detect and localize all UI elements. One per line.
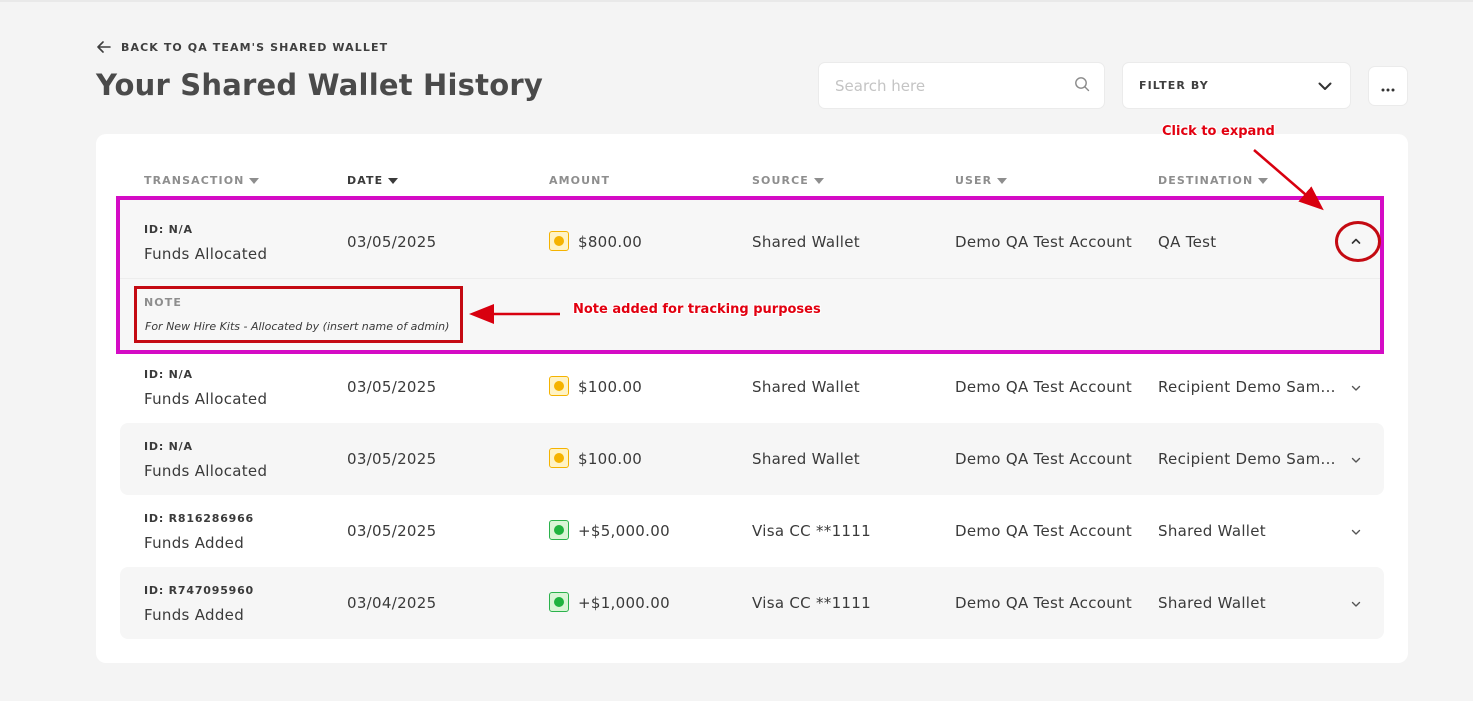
status-indicator-icon bbox=[549, 231, 569, 251]
transaction-source: Visa CC **1111 bbox=[752, 522, 871, 540]
note-callout-text: Note added for tracking purposes bbox=[573, 302, 821, 317]
transaction-source: Visa CC **1111 bbox=[752, 594, 871, 612]
status-indicator-icon bbox=[549, 592, 569, 612]
arrow-left-icon bbox=[97, 38, 111, 57]
sort-caret-icon bbox=[1258, 177, 1269, 184]
chevron-down-icon[interactable] bbox=[1349, 381, 1363, 395]
transaction-amount: $800.00 bbox=[578, 233, 643, 251]
transaction-amount: $100.00 bbox=[578, 378, 643, 396]
page-title: Your Shared Wallet History bbox=[96, 68, 543, 102]
status-indicator-icon bbox=[549, 376, 569, 396]
column-header-destination[interactable]: DESTINATION bbox=[1158, 174, 1269, 187]
expand-callout-text: Click to expand bbox=[1162, 124, 1275, 139]
column-header-date[interactable]: DATE bbox=[347, 174, 399, 187]
transaction-amount: +$5,000.00 bbox=[578, 522, 670, 540]
status-indicator-icon bbox=[549, 448, 569, 468]
chevron-down-icon[interactable] bbox=[1349, 453, 1363, 467]
transaction-date: 03/05/2025 bbox=[347, 233, 437, 251]
chevron-down-icon bbox=[1318, 76, 1332, 95]
transaction-type: Funds Allocated bbox=[144, 390, 268, 408]
transaction-id: ID: N/A bbox=[144, 440, 193, 453]
top-divider bbox=[0, 0, 1473, 2]
note-label: NOTE bbox=[144, 296, 182, 309]
transaction-destination: Shared Wallet bbox=[1158, 594, 1266, 612]
column-header-user[interactable]: USER bbox=[955, 174, 1008, 187]
transaction-user: Demo QA Test Account bbox=[955, 450, 1133, 468]
more-horizontal-icon bbox=[1381, 77, 1395, 96]
transaction-amount: +$1,000.00 bbox=[578, 594, 670, 612]
transaction-date: 03/05/2025 bbox=[347, 522, 437, 540]
filter-dropdown[interactable]: FILTER BY bbox=[1122, 62, 1351, 109]
sort-caret-icon bbox=[249, 177, 260, 184]
status-indicator-icon bbox=[549, 520, 569, 540]
transaction-source: Shared Wallet bbox=[752, 450, 860, 468]
filter-label: FILTER BY bbox=[1139, 79, 1209, 92]
transaction-destination: Recipient Demo Sam... bbox=[1158, 378, 1336, 396]
transaction-date: 03/05/2025 bbox=[347, 378, 437, 396]
search-input[interactable] bbox=[835, 76, 1074, 95]
transaction-type: Funds Added bbox=[144, 606, 245, 624]
transaction-user: Demo QA Test Account bbox=[955, 594, 1133, 612]
transaction-user: Demo QA Test Account bbox=[955, 522, 1133, 540]
sort-caret-icon bbox=[388, 177, 399, 184]
column-header-source[interactable]: SOURCE bbox=[752, 174, 824, 187]
column-header-amount: AMOUNT bbox=[549, 174, 611, 187]
back-link-label: BACK TO QA TEAM'S SHARED WALLET bbox=[121, 41, 389, 54]
transaction-user: Demo QA Test Account bbox=[955, 233, 1133, 251]
transaction-destination: QA Test bbox=[1158, 233, 1217, 251]
expanded-row-divider bbox=[120, 278, 1382, 279]
more-options-button[interactable] bbox=[1368, 66, 1408, 106]
column-header-transaction[interactable]: TRANSACTION bbox=[144, 174, 260, 187]
transaction-destination: Shared Wallet bbox=[1158, 522, 1266, 540]
sort-caret-icon bbox=[997, 177, 1008, 184]
transaction-user: Demo QA Test Account bbox=[955, 378, 1133, 396]
transaction-type: Funds Allocated bbox=[144, 462, 268, 480]
transaction-date: 03/05/2025 bbox=[347, 450, 437, 468]
transaction-amount: $100.00 bbox=[578, 450, 643, 468]
transaction-id: ID: N/A bbox=[144, 368, 193, 381]
transaction-destination: Recipient Demo Sam... bbox=[1158, 450, 1336, 468]
transaction-date: 03/04/2025 bbox=[347, 594, 437, 612]
sort-caret-icon bbox=[813, 177, 824, 184]
transaction-type: Funds Allocated bbox=[144, 245, 268, 263]
transaction-source: Shared Wallet bbox=[752, 378, 860, 396]
search-icon[interactable] bbox=[1074, 76, 1090, 96]
transaction-id: ID: R747095960 bbox=[144, 584, 255, 597]
transaction-type: Funds Added bbox=[144, 534, 245, 552]
transaction-source: Shared Wallet bbox=[752, 233, 860, 251]
chevron-down-icon[interactable] bbox=[1349, 597, 1363, 611]
transaction-id: ID: N/A bbox=[144, 223, 193, 236]
chevron-down-icon[interactable] bbox=[1349, 525, 1363, 539]
chevron-up-icon[interactable] bbox=[1349, 234, 1363, 248]
note-text: For New Hire Kits - Allocated by (insert… bbox=[145, 320, 450, 333]
transaction-id: ID: R816286966 bbox=[144, 512, 255, 525]
search-box[interactable] bbox=[818, 62, 1105, 109]
back-link[interactable]: BACK TO QA TEAM'S SHARED WALLET bbox=[97, 38, 388, 57]
